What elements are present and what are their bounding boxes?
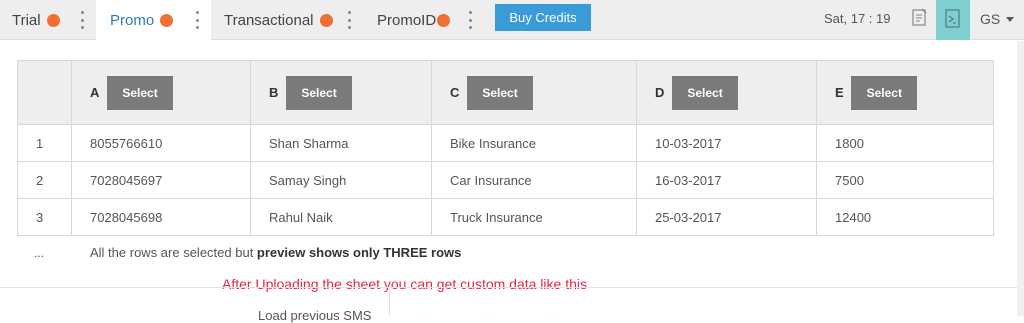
preview-note: All the rows are selected but preview sh… xyxy=(90,245,461,260)
tab-label: Transactional xyxy=(224,11,314,29)
status-dot-icon xyxy=(46,13,60,27)
tab-menu-icon[interactable] xyxy=(195,11,199,29)
table-cell: Rahul Naik xyxy=(250,198,432,236)
more-rows-indicator: ... xyxy=(34,246,45,260)
preview-table-container: A Select B Select C Select D Select E Se… xyxy=(17,60,994,236)
tab-transactional[interactable]: Transactional xyxy=(211,0,361,40)
section-divider xyxy=(0,287,1024,288)
preview-note-emphasis: preview shows only THREE rows xyxy=(256,245,462,260)
column-letter: C xyxy=(450,85,460,100)
table-cell: 12400 xyxy=(816,198,994,236)
table-header-row: A Select B Select C Select D Select E Se… xyxy=(17,60,994,125)
user-initials: GS xyxy=(980,11,1001,27)
buy-credits-button[interactable]: Buy Credits xyxy=(495,4,591,31)
status-dot-icon xyxy=(160,14,174,27)
tab-promoid[interactable]: PromoID xyxy=(362,0,482,40)
table-cell: 16-03-2017 xyxy=(636,161,817,199)
column-header-d: D Select xyxy=(636,60,817,125)
chevron-down-icon xyxy=(1006,16,1015,22)
column-letter: E xyxy=(835,85,844,100)
column-header-b: B Select xyxy=(250,60,432,125)
status-dot-icon xyxy=(437,13,451,27)
status-dot-icon xyxy=(319,13,333,27)
table-cell: Car Insurance xyxy=(431,161,637,199)
user-menu[interactable]: GS xyxy=(980,11,1015,27)
tab-label: Promo xyxy=(110,12,155,29)
table-cell: 7500 xyxy=(816,161,994,199)
table-cell: 10-03-2017 xyxy=(636,124,817,162)
table-cell: 8055766610 xyxy=(71,124,251,162)
column-header-a: A Select xyxy=(71,60,251,125)
table-row: 2 7028045697 Samay Singh Car Insurance 1… xyxy=(17,161,994,199)
table-cell: Truck Insurance xyxy=(431,198,637,236)
custom-data-annotation: After Uploading the sheet you can get cu… xyxy=(222,276,587,292)
column-letter: B xyxy=(269,85,279,100)
table-cell: Samay Singh xyxy=(250,161,432,199)
table-row: 3 7028045698 Rahul Naik Truck Insurance … xyxy=(17,198,994,236)
table-cell: 7028045697 xyxy=(71,161,251,199)
table-row: 1 8055766610 Shan Sharma Bike Insurance … xyxy=(17,124,994,162)
document-icon xyxy=(945,9,960,28)
select-column-a-button[interactable]: Select xyxy=(107,75,174,110)
tab-menu-icon[interactable] xyxy=(347,11,351,29)
select-column-b-button[interactable]: Select xyxy=(286,75,353,110)
clock: Sat, 17 : 19 xyxy=(824,11,891,26)
column-letter: D xyxy=(655,85,665,100)
table-cell: 7028045698 xyxy=(71,198,251,236)
table-cell: Shan Sharma xyxy=(250,124,432,162)
table-cell: 25-03-2017 xyxy=(636,198,817,236)
tab-menu-icon[interactable] xyxy=(468,11,472,29)
column-header-c: C Select xyxy=(431,60,637,125)
notes-icon[interactable] xyxy=(912,8,927,26)
column-header-e: E Select xyxy=(816,60,994,125)
select-column-e-button[interactable]: Select xyxy=(851,75,918,110)
select-column-c-button[interactable]: Select xyxy=(467,75,534,110)
tab-menu-icon[interactable] xyxy=(80,11,84,29)
select-column-d-button[interactable]: Select xyxy=(672,75,739,110)
preview-note-text: All the rows are selected but xyxy=(90,245,257,260)
table-cell: 1800 xyxy=(816,124,994,162)
row-index: 2 xyxy=(17,161,72,199)
row-index: 1 xyxy=(17,124,72,162)
top-bar: Trial Promo Transactional PromoID Buy Cr… xyxy=(0,0,1024,41)
tab-label: Trial xyxy=(12,11,41,29)
tab-promo[interactable]: Promo xyxy=(96,0,211,41)
row-index: 3 xyxy=(17,198,72,236)
scrollbar[interactable] xyxy=(1017,41,1024,316)
tab-label: PromoID xyxy=(377,11,437,29)
column-letter: A xyxy=(90,85,100,100)
index-header xyxy=(17,60,72,125)
preview-table: A Select B Select C Select D Select E Se… xyxy=(17,60,994,236)
table-cell: Bike Insurance xyxy=(431,124,637,162)
sms-panel-toggle[interactable] xyxy=(936,0,970,40)
column-divider xyxy=(389,288,390,316)
